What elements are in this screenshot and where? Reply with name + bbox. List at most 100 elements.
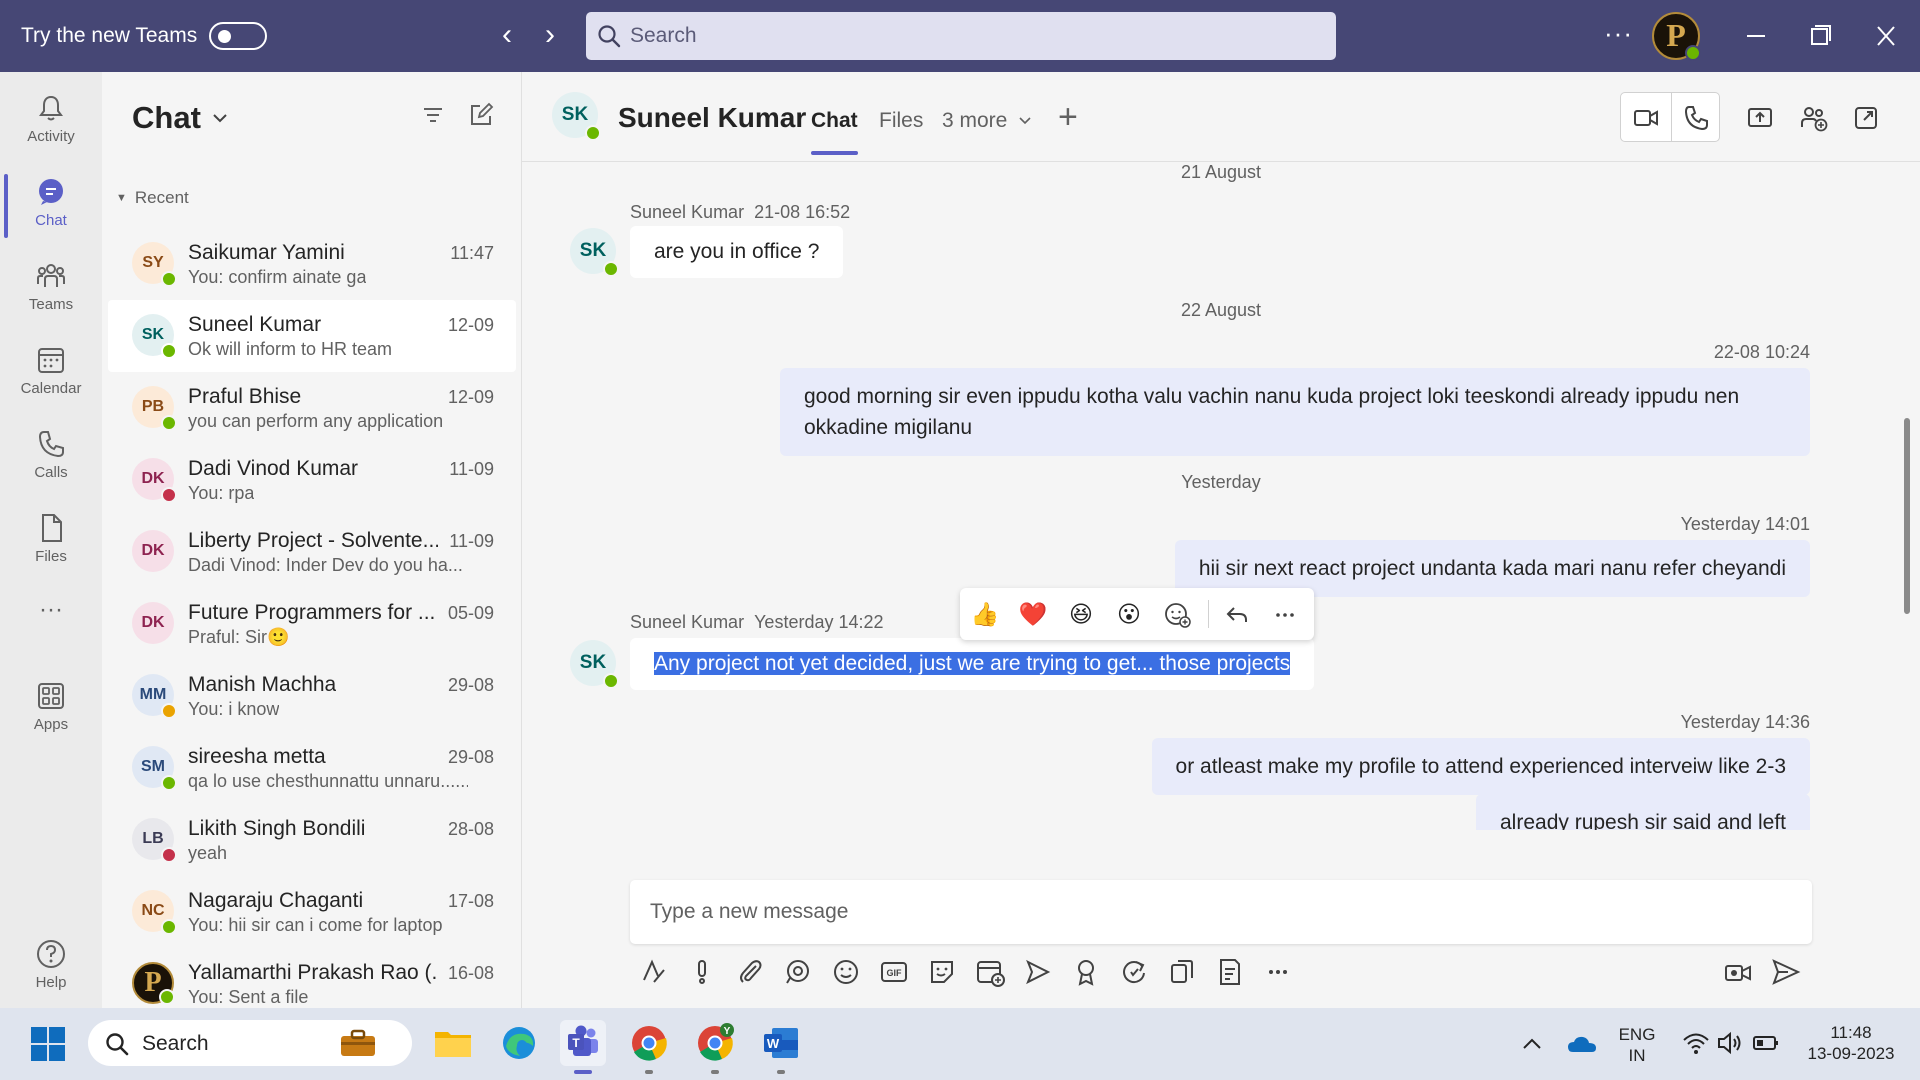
presence-available-icon	[1685, 45, 1701, 61]
avatar[interactable]: SK	[570, 228, 619, 277]
tab-chat[interactable]: Chat	[811, 109, 858, 155]
add-tab-button[interactable]: +	[1058, 100, 1078, 134]
rail-item-files[interactable]: Files	[0, 502, 102, 582]
incoming-message[interactable]: are you in office ?	[630, 226, 844, 278]
emoji-icon[interactable]	[830, 956, 862, 988]
chevron-up-icon[interactable]	[1520, 1034, 1544, 1054]
outgoing-message[interactable]: or atleast make my profile to attend exp…	[1151, 738, 1810, 795]
tab-files[interactable]: Files	[879, 109, 923, 133]
laugh-reaction-icon[interactable]: 😆	[1066, 599, 1096, 629]
windows-start-icon[interactable]	[30, 1026, 66, 1062]
minimize-icon[interactable]	[1736, 18, 1776, 54]
battery-icon[interactable]	[1752, 1032, 1780, 1054]
reply-icon[interactable]	[1222, 600, 1252, 630]
restore-icon[interactable]	[1800, 18, 1840, 54]
close-icon[interactable]	[1866, 18, 1906, 54]
rail-more-icon[interactable]: ···	[0, 590, 102, 640]
scrollbar-thumb[interactable]	[1904, 418, 1910, 614]
date-separator: Yesterday	[1181, 472, 1261, 492]
pop-out-icon[interactable]	[1852, 104, 1880, 132]
chrome-icon[interactable]	[626, 1020, 672, 1074]
chat-list-item[interactable]: DK Dadi Vinod Kumar You: rpa 11-09	[108, 444, 516, 516]
search-input[interactable]: Search	[586, 12, 1336, 60]
incoming-message[interactable]: Any project not yet decided, just we are…	[630, 638, 1315, 690]
loop-icon[interactable]	[782, 956, 814, 988]
gif-icon[interactable]: GIF	[878, 956, 910, 988]
chat-list-item[interactable]: SK Suneel Kumar Ok will inform to HR team 1…	[108, 300, 516, 372]
chevron-down-icon	[1019, 117, 1031, 125]
more-reactions-icon[interactable]	[1162, 600, 1192, 630]
new-teams-toggle[interactable]	[209, 22, 267, 50]
back-arrow-icon[interactable]: ‹	[492, 20, 522, 52]
video-call-icon[interactable]	[1632, 104, 1660, 132]
chat-list-item[interactable]: MM Manish Machha You: i know 29-08	[108, 660, 516, 732]
attach-icon[interactable]	[734, 956, 766, 988]
forward-arrow-icon[interactable]: ›	[535, 20, 565, 52]
format-icon[interactable]	[638, 956, 670, 988]
volume-icon[interactable]	[1716, 1030, 1744, 1056]
rail-item-chat[interactable]: Chat	[0, 166, 102, 246]
approvals-icon[interactable]	[1166, 956, 1198, 988]
add-people-icon[interactable]	[1799, 104, 1829, 132]
forms-icon[interactable]	[1214, 956, 1246, 988]
svg-text:GIF: GIF	[887, 968, 903, 978]
settings-more-icon[interactable]: ···	[1604, 18, 1633, 49]
language-indicator[interactable]: ENG IN	[1616, 1024, 1658, 1066]
important-icon[interactable]	[686, 956, 718, 988]
profile-avatar[interactable]: P	[1652, 12, 1701, 61]
chat-list-item[interactable]: SY Saikumar Yamini You: confirm ainate ga 1…	[108, 228, 516, 300]
chat-list-item[interactable]: DK Future Programmers for ... Praful: Sir🙂…	[108, 588, 516, 660]
message-compose-box[interactable]: Type a new message	[630, 880, 1812, 944]
chat-list-item[interactable]: NC Nagaraju Chaganti You: hii sir can i co…	[108, 876, 516, 948]
presence-status-icon	[161, 919, 177, 935]
outgoing-message[interactable]: good morning sir even ippudu kotha valu …	[780, 368, 1810, 456]
rail-item-calendar[interactable]: Calendar	[0, 334, 102, 414]
new-chat-icon[interactable]	[468, 102, 494, 128]
audio-call-icon[interactable]	[1682, 104, 1710, 132]
filter-icon[interactable]	[420, 102, 446, 128]
outgoing-message[interactable]: already rupesh sir said and left	[1476, 794, 1810, 830]
recent-section-header[interactable]: ▼ Recent	[116, 188, 189, 208]
chat-list-item[interactable]: SM sireesha metta qa lo use chesthunnattu …	[108, 732, 516, 804]
presence-status-icon	[161, 703, 177, 719]
chat-preview: You: rpa	[188, 483, 255, 503]
chat-name: Saikumar Yamini	[188, 241, 345, 264]
wifi-icon[interactable]	[1682, 1030, 1710, 1056]
message-list[interactable]: 21 August Suneel Kumar 21-08 16:52 SK are…	[522, 162, 1920, 830]
video-clip-icon[interactable]	[1722, 956, 1754, 988]
more-options-icon[interactable]	[1270, 600, 1300, 630]
presence-available-icon	[585, 125, 601, 141]
rail-item-help[interactable]: Help	[0, 928, 102, 1008]
tab-more[interactable]: 3 more	[942, 109, 1033, 133]
send-icon[interactable]	[1770, 956, 1802, 988]
chevron-down-icon[interactable]	[210, 108, 230, 128]
sticker-icon[interactable]	[926, 956, 958, 988]
file-explorer-icon[interactable]	[430, 1020, 476, 1066]
more-apps-icon[interactable]	[1262, 956, 1294, 988]
chrome-profile-icon[interactable]: Y	[692, 1020, 738, 1074]
taskbar-search-input[interactable]: Search	[88, 1020, 412, 1066]
rail-item-calls[interactable]: Calls	[0, 418, 102, 498]
chat-list-item[interactable]: PB Praful Bhise you can perform any applic…	[108, 372, 516, 444]
update-icon[interactable]	[1118, 956, 1150, 988]
rail-item-teams[interactable]: Teams	[0, 250, 102, 330]
chat-list-item[interactable]: LB Likith Singh Bondili yeah 28-08	[108, 804, 516, 876]
like-reaction-icon[interactable]: 👍	[970, 599, 1000, 629]
share-screen-icon[interactable]	[1746, 104, 1774, 132]
rail-item-apps[interactable]: Apps	[0, 670, 102, 750]
surprised-reaction-icon[interactable]: 😮	[1114, 599, 1144, 629]
clock[interactable]: 11:48 13-09-2023	[1796, 1022, 1906, 1064]
edge-browser-icon[interactable]	[496, 1020, 542, 1066]
teams-taskbar-icon[interactable]: T	[560, 1020, 606, 1074]
rail-item-activity[interactable]: Activity	[0, 82, 102, 162]
chat-list-item[interactable]: DK Liberty Project - Solvente... Dadi Vino…	[108, 516, 516, 588]
avatar-initials: DK	[141, 542, 165, 559]
avatar[interactable]: SK	[570, 640, 619, 689]
heart-reaction-icon[interactable]: ❤️	[1018, 599, 1048, 629]
praise-icon[interactable]	[1070, 956, 1102, 988]
avatar[interactable]: SK	[552, 92, 601, 141]
viva-learning-icon[interactable]	[1022, 956, 1054, 988]
word-icon[interactable]: W	[758, 1020, 804, 1074]
onedrive-icon[interactable]	[1566, 1032, 1598, 1056]
schedule-meeting-icon[interactable]	[974, 956, 1006, 988]
